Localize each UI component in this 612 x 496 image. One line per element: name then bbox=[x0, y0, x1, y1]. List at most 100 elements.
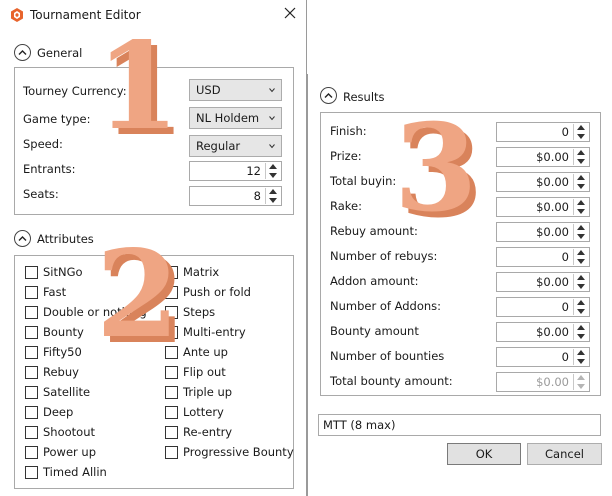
ok-button[interactable]: OK bbox=[447, 443, 521, 465]
results-window: Results Finish: 0 Prize: $0.00 Total buy… bbox=[307, 74, 612, 496]
number-of-rebuys-spin-buttons[interactable] bbox=[573, 249, 588, 265]
prize-stepper[interactable]: $0.00 bbox=[496, 147, 590, 167]
addon-amount-stepper[interactable]: $0.00 bbox=[496, 272, 590, 292]
checkbox-label: Flip out bbox=[183, 365, 226, 379]
tournament-editor-window: Tournament Editor General Tourney Curren… bbox=[0, 0, 307, 496]
checkbox-ante-up[interactable] bbox=[165, 346, 178, 359]
checkbox-label: Fast bbox=[43, 285, 67, 299]
checkbox-bounty[interactable] bbox=[25, 326, 38, 339]
addon-amount-value: $0.00 bbox=[536, 275, 569, 289]
collapse-attributes-button[interactable] bbox=[14, 230, 31, 247]
collapse-results-button[interactable] bbox=[320, 87, 337, 104]
number-of-rebuys-label: Number of rebuys: bbox=[330, 249, 438, 263]
number-of-bounties-spin-buttons[interactable] bbox=[573, 349, 588, 365]
rake-label: Rake: bbox=[330, 199, 362, 213]
seats-value: 8 bbox=[253, 189, 261, 203]
checkbox-label: Re-entry bbox=[183, 425, 233, 439]
rebuy-amount-spin-buttons[interactable] bbox=[573, 224, 588, 240]
finish-spin-buttons[interactable] bbox=[573, 124, 588, 140]
bounty-amount-spin-buttons[interactable] bbox=[573, 324, 588, 340]
chevron-up-icon bbox=[18, 236, 27, 241]
entrants-label: Entrants: bbox=[23, 162, 76, 176]
checkbox-push-or-fold[interactable] bbox=[165, 286, 178, 299]
number-of-addons-label: Number of Addons: bbox=[330, 299, 442, 313]
prize-label: Prize: bbox=[330, 149, 362, 163]
game-type-label: Game type: bbox=[23, 112, 91, 126]
results-section-title: Results bbox=[343, 90, 385, 104]
checkbox-label: Matrix bbox=[183, 265, 220, 279]
currency-select[interactable]: USD bbox=[189, 79, 282, 101]
number-of-addons-stepper[interactable]: 0 bbox=[496, 297, 590, 317]
checkbox-deep[interactable] bbox=[25, 406, 38, 419]
bounty-amount-stepper[interactable]: $0.00 bbox=[496, 322, 590, 342]
bounty-amount-value: $0.00 bbox=[536, 325, 569, 339]
chevron-up-icon bbox=[324, 93, 333, 98]
chevron-down-icon bbox=[269, 116, 275, 121]
rake-stepper[interactable]: $0.00 bbox=[496, 197, 590, 217]
finish-value: 0 bbox=[561, 125, 569, 139]
speed-label: Speed: bbox=[23, 137, 63, 151]
total-buyin-stepper[interactable]: $0.00 bbox=[496, 172, 590, 192]
number-of-rebuys-stepper[interactable]: 0 bbox=[496, 247, 590, 267]
summary-field[interactable]: MTT (8 max) bbox=[318, 414, 601, 436]
seats-label: Seats: bbox=[23, 187, 59, 201]
rake-spin-buttons[interactable] bbox=[573, 199, 588, 215]
checkbox-sitngo[interactable] bbox=[25, 266, 38, 279]
seats-stepper[interactable]: 8 bbox=[189, 186, 282, 206]
checkbox-rebuy[interactable] bbox=[25, 366, 38, 379]
finish-stepper[interactable]: 0 bbox=[496, 122, 590, 142]
rebuy-amount-stepper[interactable]: $0.00 bbox=[496, 222, 590, 242]
checkbox-timed-allin[interactable] bbox=[25, 466, 38, 479]
bounty-amount-label: Bounty amount bbox=[330, 324, 419, 338]
window-title: Tournament Editor bbox=[30, 8, 141, 22]
number-of-bounties-stepper[interactable]: 0 bbox=[496, 347, 590, 367]
number-of-rebuys-value: 0 bbox=[561, 250, 569, 264]
game-type-select[interactable]: NL Holdem bbox=[189, 107, 282, 129]
checkbox-progressive-bounty[interactable] bbox=[165, 446, 178, 459]
checkbox-label: Shootout bbox=[43, 425, 96, 439]
checkbox-multi-entry[interactable] bbox=[165, 326, 178, 339]
speed-select[interactable]: Regular bbox=[189, 135, 282, 157]
checkbox-steps[interactable] bbox=[165, 306, 178, 319]
seats-spin-buttons[interactable] bbox=[265, 188, 280, 204]
checkbox-label: Ante up bbox=[183, 345, 228, 359]
checkbox-matrix[interactable] bbox=[165, 266, 178, 279]
entrants-spin-buttons[interactable] bbox=[265, 163, 280, 179]
total-buyin-spin-buttons[interactable] bbox=[573, 174, 588, 190]
cancel-button[interactable]: Cancel bbox=[527, 443, 602, 465]
prize-spin-buttons[interactable] bbox=[573, 149, 588, 165]
rake-value: $0.00 bbox=[536, 200, 569, 214]
checkbox-fast[interactable] bbox=[25, 286, 38, 299]
number-of-bounties-label: Number of bounties bbox=[330, 349, 445, 363]
general-section-title: General bbox=[37, 46, 83, 60]
currency-value: USD bbox=[196, 83, 221, 97]
summary-text: MTT (8 max) bbox=[323, 418, 396, 432]
checkbox-label: Triple up bbox=[183, 385, 233, 399]
checkbox-shootout[interactable] bbox=[25, 426, 38, 439]
collapse-general-button[interactable] bbox=[14, 44, 31, 61]
addon-amount-spin-buttons[interactable] bbox=[573, 274, 588, 290]
entrants-stepper[interactable]: 12 bbox=[189, 161, 282, 181]
number-of-addons-spin-buttons[interactable] bbox=[573, 299, 588, 315]
number-of-addons-value: 0 bbox=[561, 300, 569, 314]
close-icon[interactable] bbox=[283, 6, 297, 20]
entrants-value: 12 bbox=[246, 164, 261, 178]
checkbox-double-or-nothing[interactable] bbox=[25, 306, 38, 319]
checkbox-triple-up[interactable] bbox=[165, 386, 178, 399]
checkbox-label: Timed Allin bbox=[43, 465, 107, 479]
chevron-down-icon bbox=[269, 88, 275, 93]
chevron-down-icon bbox=[269, 144, 275, 149]
checkbox-label: Bounty bbox=[43, 325, 84, 339]
total-bounty-amount-stepper: $0.00 bbox=[496, 372, 590, 392]
chevron-up-icon bbox=[18, 50, 27, 55]
checkbox-label: Lottery bbox=[183, 405, 224, 419]
checkbox-flip-out[interactable] bbox=[165, 366, 178, 379]
checkbox-label: Steps bbox=[183, 305, 216, 319]
checkbox-fifty50[interactable] bbox=[25, 346, 38, 359]
checkbox-power-up[interactable] bbox=[25, 446, 38, 459]
checkbox-lottery[interactable] bbox=[165, 406, 178, 419]
total-buyin-value: $0.00 bbox=[536, 175, 569, 189]
checkbox-satellite[interactable] bbox=[25, 386, 38, 399]
checkbox-re-entry[interactable] bbox=[165, 426, 178, 439]
total-bounty-amount-label: Total bounty amount: bbox=[330, 374, 453, 388]
